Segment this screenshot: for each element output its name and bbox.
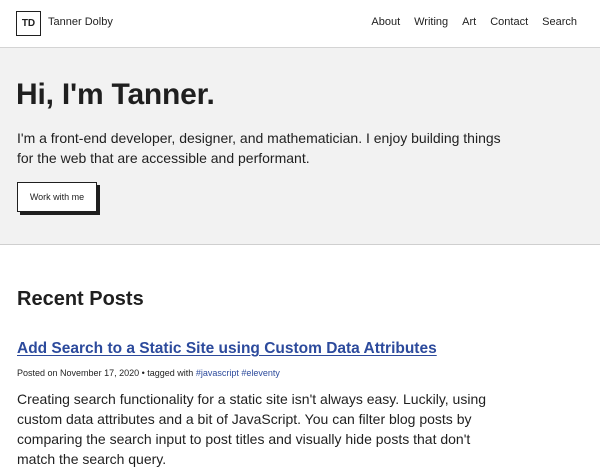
tag-link-javascript[interactable]: #javascript [196,368,239,378]
nav-link-about[interactable]: About [371,16,400,28]
post-title-link[interactable]: Add Search to a Static Site using Custom… [17,340,437,358]
posted-on-label: Posted on [17,368,58,378]
nav-link-search[interactable]: Search [542,16,577,28]
post-excerpt: Creating search functionality for a stat… [17,391,487,467]
nav-link-writing[interactable]: Writing [414,16,448,28]
recent-posts-heading: Recent Posts [17,288,144,310]
site-logo[interactable]: TD [16,11,41,36]
work-with-me-button[interactable]: Work with me [17,182,97,212]
hero-section: Hi, I'm Tanner. I'm a front-end develope… [0,48,600,245]
hero-intro: I'm a front-end developer, designer, and… [17,130,501,166]
tag-link-eleventy[interactable]: #eleventy [241,368,280,378]
main-nav: About Writing Art Contact Search [371,16,577,28]
post-date: November 17, 2020 [60,368,140,378]
nav-link-art[interactable]: Art [462,16,476,28]
nav-link-contact[interactable]: Contact [490,16,528,28]
post-meta: Posted on November 17, 2020 • tagged wit… [17,368,280,378]
site-header: TD Tanner Dolby About Writing Art Contac… [0,0,600,48]
hero-title: Hi, I'm Tanner. [16,78,215,111]
tagged-with-label: • tagged with [141,368,194,378]
site-title-link[interactable]: Tanner Dolby [48,16,113,28]
